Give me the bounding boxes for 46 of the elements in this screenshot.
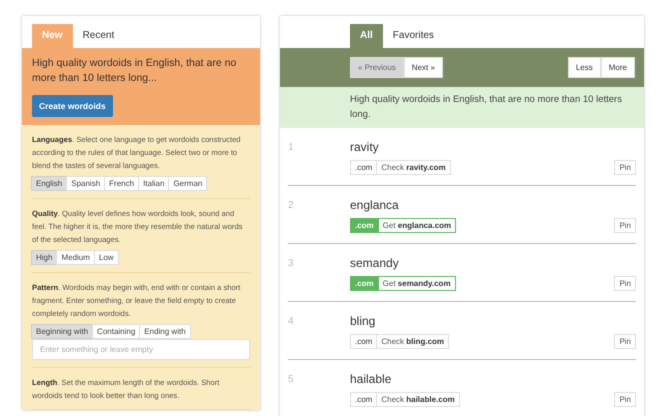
create-button[interactable]: Create wordoids xyxy=(32,95,113,117)
option-button[interactable]: Ending with xyxy=(139,324,191,339)
row-number: 3 xyxy=(288,257,295,271)
summary-text: High quality wordoids in English, that are no more than 10 letters long... xyxy=(32,56,238,86)
domain-tag: .com xyxy=(350,392,378,407)
wordoid: ravity xyxy=(350,140,380,154)
option-button[interactable]: Containing xyxy=(92,324,140,339)
pattern-input[interactable]: Enter something or leave empty xyxy=(32,339,250,360)
pin-button[interactable]: Pin xyxy=(614,160,636,175)
wordoid: englanca xyxy=(350,198,400,212)
domain-tag: .com xyxy=(350,218,379,233)
domain-link[interactable]: Check ravity.com xyxy=(377,160,451,175)
tab[interactable]: Recent xyxy=(72,24,124,48)
row-number: 2 xyxy=(288,199,295,213)
pager-button[interactable]: Next » xyxy=(404,57,443,78)
row-number: 5 xyxy=(288,373,295,387)
option-button[interactable]: Low xyxy=(94,250,119,265)
option-button[interactable]: Beginning with xyxy=(31,324,94,339)
wordoid: semandy xyxy=(350,256,400,270)
row-number: 4 xyxy=(288,315,295,329)
wordoid: bling xyxy=(350,314,376,328)
option-button[interactable]: Medium xyxy=(56,250,95,265)
domain-tag: .com xyxy=(350,334,378,349)
domain-link[interactable]: Get englanca.com xyxy=(378,218,456,233)
option-button[interactable]: High xyxy=(31,250,58,265)
row-number: 1 xyxy=(288,141,295,155)
domain-link[interactable]: Get semandy.com xyxy=(378,276,456,291)
domain-link[interactable]: Check hailable.com xyxy=(377,392,460,407)
option-button[interactable]: English xyxy=(31,176,68,191)
size-button[interactable]: Less xyxy=(568,57,601,78)
pin-button[interactable]: Pin xyxy=(614,334,636,349)
domain-tag: .com xyxy=(350,276,379,291)
results-summary: High quality wordoids in English, that are no more than 10 letters long. xyxy=(280,87,644,128)
pin-button[interactable]: Pin xyxy=(614,392,636,407)
tab[interactable]: All xyxy=(350,24,383,48)
size-button[interactable]: More xyxy=(600,57,635,78)
option-button[interactable]: Spanish xyxy=(66,176,106,191)
tab[interactable]: Favorites xyxy=(382,24,444,48)
pin-button[interactable]: Pin xyxy=(614,276,636,291)
domain-tag: .com xyxy=(350,160,378,175)
option-button[interactable]: Italian xyxy=(138,176,170,191)
domain-link[interactable]: Check bling.com xyxy=(377,334,450,349)
wordoid: hailable xyxy=(350,372,392,386)
option-button[interactable]: French xyxy=(104,176,140,191)
pin-button[interactable]: Pin xyxy=(614,218,636,233)
option-button[interactable]: German xyxy=(168,176,208,191)
